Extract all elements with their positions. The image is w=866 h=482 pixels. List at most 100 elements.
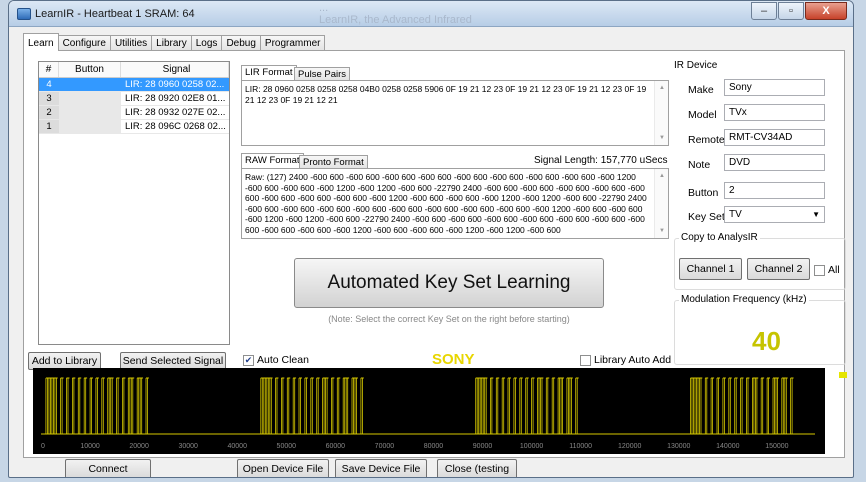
x-tick-label: 0	[41, 443, 45, 450]
note-field[interactable]: DVD	[724, 154, 825, 171]
make-field[interactable]: Sony	[724, 79, 825, 96]
tab-lir-format[interactable]: LIR Format	[241, 65, 297, 81]
lir-scrollbar[interactable]: ▲ ▼	[654, 81, 668, 145]
scroll-down-arrow-icon[interactable]: ▼	[659, 133, 665, 144]
tab-logs[interactable]: Logs	[190, 35, 223, 51]
signal-burst	[360, 377, 364, 434]
signal-burst	[145, 377, 149, 434]
row-number: 3	[39, 92, 59, 105]
signal-burst	[286, 377, 291, 434]
signal-burst	[728, 377, 732, 434]
make-label: Make	[688, 84, 714, 96]
title-bar[interactable]: LearnIR - Heartbeat 1 SRAM: 64 ... LearnI…	[9, 1, 853, 27]
signal-burst	[280, 377, 285, 434]
list-item[interactable]: 4 LIR: 28 0960 0258 02...	[39, 78, 229, 92]
signal-burst	[310, 377, 314, 434]
main-tabs: Learn Configure Utilities Library Logs D…	[23, 33, 326, 51]
column-header-signal[interactable]: Signal	[121, 62, 229, 77]
tab-library[interactable]: Library	[151, 35, 192, 51]
library-auto-add-checkbox[interactable]: Library Auto Add	[580, 354, 671, 366]
scroll-down-arrow-icon[interactable]: ▼	[659, 226, 665, 237]
close-button[interactable]: X	[805, 2, 847, 20]
key-set-select[interactable]: TV ▼	[724, 206, 825, 223]
signal-burst	[545, 377, 550, 434]
x-tick-label: 80000	[424, 443, 444, 450]
signal-burst	[722, 377, 726, 434]
x-tick-label: 90000	[473, 443, 493, 450]
automated-key-set-learning-button[interactable]: Automated Key Set Learning	[294, 258, 604, 308]
key-set-label: Key Set	[688, 211, 725, 223]
tab-utilities[interactable]: Utilities	[109, 35, 153, 51]
x-tick-label: 150000	[765, 443, 788, 450]
lir-signal-textbox[interactable]: LIR: 28 0960 0258 0258 0258 04B0 0258 02…	[241, 80, 669, 146]
close-testing-button[interactable]: Close (testing	[437, 459, 517, 477]
tab-programmer[interactable]: Programmer	[259, 35, 326, 51]
signal-burst	[107, 377, 114, 434]
signal-burst	[330, 377, 335, 434]
check-icon[interactable]: ✔	[243, 354, 254, 366]
minimize-button[interactable]: –	[751, 2, 777, 20]
row-number: 1	[39, 120, 59, 133]
list-item[interactable]: 3 LIR: 28 0920 02E8 01...	[39, 92, 229, 106]
signal-burst	[89, 377, 94, 434]
signal-length-label: Signal Length: 157,770 uSecs	[534, 155, 668, 166]
x-tick-label: 60000	[326, 443, 346, 450]
checkbox-box[interactable]	[580, 354, 591, 366]
tab-configure[interactable]: Configure	[57, 35, 111, 51]
signal-burst	[525, 377, 529, 434]
checkbox-box[interactable]	[814, 264, 825, 276]
x-tick-label: 130000	[667, 443, 690, 450]
list-item[interactable]: 1 LIR: 28 096C 0268 02...	[39, 120, 229, 134]
raw-scrollbar[interactable]: ▲ ▼	[654, 169, 668, 238]
row-button	[59, 78, 121, 91]
scroll-up-arrow-icon[interactable]: ▲	[659, 83, 665, 94]
signal-waveform-plot[interactable]: 0 10000 20000 30000 40000 50000 60000 70000 8000…	[33, 368, 825, 454]
signal-burst	[760, 377, 765, 434]
raw-signal-textbox[interactable]: Raw: (127) 2400 -600 600 -600 600 -600 6…	[241, 168, 669, 239]
x-tick-label: 120000	[618, 443, 641, 450]
signal-burst	[531, 377, 535, 434]
tab-debug[interactable]: Debug	[221, 35, 261, 51]
waveform-chart: 0 10000 20000 30000 40000 50000 60000 70000 8000…	[41, 377, 815, 450]
column-header-button[interactable]: Button	[59, 62, 121, 77]
signal-burst	[575, 377, 579, 434]
x-tick-label: 110000	[569, 443, 592, 450]
channel-2-button[interactable]: Channel 2	[747, 258, 810, 280]
plot-scroll-marker[interactable]	[839, 372, 847, 378]
open-device-file-button[interactable]: Open Device File	[237, 459, 329, 477]
tab-pronto-format[interactable]: Pronto Format	[299, 155, 368, 169]
chevron-down-icon[interactable]: ▼	[812, 207, 820, 222]
window-title: LearnIR - Heartbeat 1 SRAM: 64	[35, 8, 195, 20]
signal-list[interactable]: # Button Signal 4 LIR: 28 0960 0258 02..…	[38, 61, 230, 345]
remote-label: Remote	[688, 134, 725, 146]
tab-pulse-pairs[interactable]: Pulse Pairs	[294, 67, 351, 81]
all-checkbox[interactable]: All	[814, 264, 840, 276]
auto-clean-checkbox[interactable]: ✔ Auto Clean	[243, 354, 309, 366]
signal-burst	[495, 377, 500, 434]
signal-burst	[116, 377, 120, 434]
signal-burst	[507, 377, 511, 434]
app-icon	[17, 8, 31, 20]
auto-clean-label: Auto Clean	[257, 354, 309, 366]
signal-burst	[781, 377, 788, 434]
background-window-title: ... LearnIR, the Advanced Infrared	[319, 2, 472, 26]
signal-burst	[557, 377, 564, 434]
signal-burst	[566, 377, 573, 434]
channel-1-button[interactable]: Channel 1	[679, 258, 742, 280]
signal-burst	[66, 377, 70, 434]
list-item[interactable]: 2 LIR: 28 0932 027E 02...	[39, 106, 229, 120]
scroll-up-arrow-icon[interactable]: ▲	[659, 171, 665, 182]
note-label: Note	[688, 159, 711, 171]
signal-burst	[275, 377, 279, 434]
key-set-value: TV	[729, 209, 742, 220]
remote-field[interactable]: RMT-CV34AD	[724, 129, 825, 146]
column-header-number[interactable]: #	[39, 62, 59, 77]
maximize-button[interactable]: ▫	[778, 2, 804, 20]
model-field[interactable]: TVx	[724, 104, 825, 121]
connect-button[interactable]: Connect	[65, 459, 151, 477]
tab-raw-format[interactable]: RAW Format	[241, 153, 304, 169]
tab-learn[interactable]: Learn	[23, 33, 59, 51]
save-device-file-button[interactable]: Save Device File	[335, 459, 427, 477]
button-field[interactable]: 2	[724, 182, 825, 199]
row-signal: LIR: 28 0920 02E8 01...	[121, 92, 229, 105]
